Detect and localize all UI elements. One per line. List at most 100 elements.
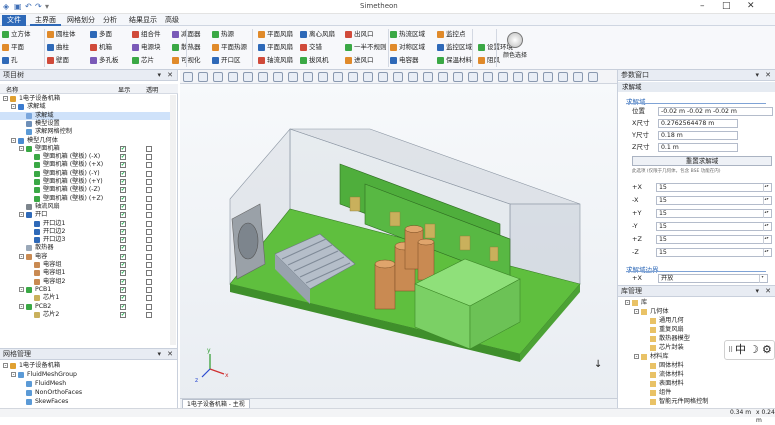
view-front-icon[interactable] xyxy=(213,72,223,82)
transparent-checkbox[interactable] xyxy=(146,286,152,293)
view-iso-icon[interactable] xyxy=(303,72,313,82)
tree-item[interactable]: - 模型几何体 xyxy=(0,137,170,145)
reset-icon[interactable] xyxy=(528,72,538,82)
viewport-tab[interactable]: 1电子设备机箱 - 主视 xyxy=(182,399,250,408)
ribbon-button-row2-3[interactable]: 电源块 xyxy=(132,42,161,52)
column-transparent[interactable]: 透明 xyxy=(146,85,158,94)
view-top-icon[interactable] xyxy=(273,72,283,82)
visible-checkbox[interactable]: ✔ xyxy=(120,170,126,177)
tree-item[interactable]: - 1电子设备机箱 xyxy=(0,362,170,370)
transparent-checkbox[interactable] xyxy=(146,311,152,318)
ribbon-button-row1-7[interactable]: 离心风扇 xyxy=(300,29,335,39)
visible-checkbox[interactable]: ✔ xyxy=(120,245,126,252)
color-select-button[interactable]: 颜色选择 xyxy=(500,30,530,68)
expand-toggle-icon[interactable]: - xyxy=(19,303,24,309)
3d-viewport[interactable]: y x z ↓ xyxy=(180,84,617,398)
tree-item[interactable]: 开口边1 ✔ xyxy=(0,220,170,228)
pan-icon[interactable] xyxy=(378,72,388,82)
visible-checkbox[interactable]: ✔ xyxy=(120,203,126,210)
expand-toggle-icon[interactable]: - xyxy=(625,300,630,306)
ribbon-button-row3-10[interactable]: 保温材料 xyxy=(437,55,472,65)
transparent-checkbox[interactable] xyxy=(146,228,152,235)
filter-icon[interactable] xyxy=(543,72,553,82)
ribbon-button-row2-0[interactable]: 平面 xyxy=(2,42,24,52)
tree-item[interactable]: -库 xyxy=(622,299,772,307)
camera-icon[interactable] xyxy=(573,72,583,82)
undo-icon[interactable]: ↶ xyxy=(25,2,32,11)
ribbon-button-row1-8[interactable]: 出风口 xyxy=(345,29,374,39)
ribbon-button-row3-2[interactable]: 多孔板 xyxy=(90,55,119,65)
close-panel-icon[interactable]: ✕ xyxy=(765,286,771,297)
position-field[interactable]: -0.02 m -0.02 m -0.02 m xyxy=(658,107,773,116)
ribbon-button-row2-9[interactable]: 对称区域 xyxy=(390,42,425,52)
tree-item[interactable]: 电容组 ✔ xyxy=(0,261,170,269)
ime-grip-icon[interactable]: ⠿ xyxy=(728,341,733,359)
visible-checkbox[interactable]: ✔ xyxy=(120,311,126,318)
expand-toggle-icon[interactable]: - xyxy=(19,253,24,259)
view-right-icon[interactable] xyxy=(258,72,268,82)
settings-icon[interactable] xyxy=(513,72,523,82)
spinner-icon[interactable]: ▴▾ xyxy=(763,210,769,218)
tree-item[interactable]: - PCB2 ✔ xyxy=(0,303,170,311)
tree-item[interactable]: 壁面机箱 (壁板) (+X) ✔ xyxy=(0,161,170,169)
z-size-field[interactable]: 0.1 m xyxy=(658,143,738,152)
visible-checkbox[interactable]: ✔ xyxy=(120,162,126,169)
tree-item[interactable]: - 几何体 xyxy=(622,308,772,316)
tree-item[interactable]: 重复风扇 xyxy=(622,326,772,334)
ribbon-button-row3-9[interactable]: 电容器 xyxy=(390,55,419,65)
pin-icon[interactable]: ▾ xyxy=(755,286,759,297)
expand-toggle-icon[interactable]: - xyxy=(19,212,24,218)
box-select-icon[interactable] xyxy=(198,72,208,82)
tree-item[interactable]: 壁面机箱 (壁板) (+Z) ✔ xyxy=(0,195,170,203)
ribbon-button-row1-5[interactable]: 热源 xyxy=(212,29,234,39)
transparent-checkbox[interactable] xyxy=(146,245,152,252)
tree-item[interactable]: 壁面机箱 (壁板) (-X) ✔ xyxy=(0,153,170,161)
ribbon-button-row1-9[interactable]: 热流区域 xyxy=(390,29,425,39)
maximize-icon[interactable]: □ xyxy=(722,1,731,11)
tree-scrollbar[interactable] xyxy=(170,95,176,345)
ribbon-button-row1-6[interactable]: 平面风扇 xyxy=(258,29,293,39)
ime-gear-icon[interactable]: ⚙ xyxy=(762,341,772,359)
axis-icon[interactable] xyxy=(498,72,508,82)
tree-item[interactable]: 固体材料 xyxy=(622,362,772,370)
tree-item[interactable]: 电容组1 ✔ xyxy=(0,269,170,277)
section-icon[interactable] xyxy=(408,72,418,82)
tree-item[interactable]: 表面材料 xyxy=(622,380,772,388)
ribbon-button-row3-6[interactable]: 轴流风扇 xyxy=(258,55,293,65)
shade-icon[interactable] xyxy=(438,72,448,82)
tab-file[interactable]: 文件 xyxy=(2,15,26,26)
tab-advanced[interactable]: 高级 xyxy=(160,15,184,26)
padding-field[interactable]: 15 ▴▾ xyxy=(656,196,772,205)
visible-checkbox[interactable]: ✔ xyxy=(120,295,126,302)
transparent-checkbox[interactable] xyxy=(146,262,152,268)
close-panel-icon[interactable]: ✕ xyxy=(167,70,173,81)
tree-item[interactable]: 电容组2 ✔ xyxy=(0,278,170,286)
ribbon-button-row3-8[interactable]: 进风口 xyxy=(345,55,374,65)
spinner-icon[interactable]: ▴▾ xyxy=(763,184,769,192)
tab-mesh[interactable]: 网格划分 xyxy=(62,15,100,26)
transparent-checkbox[interactable] xyxy=(146,162,152,169)
tree-item[interactable]: SkewFaces xyxy=(0,398,170,406)
y-size-field[interactable]: 0.18 m xyxy=(658,131,738,140)
ribbon-button-row1-2[interactable]: 多面 xyxy=(90,29,112,39)
expand-toggle-icon[interactable]: - xyxy=(11,104,16,110)
boundary-select[interactable]: 开放 ▾ xyxy=(658,274,768,283)
expand-toggle-icon[interactable]: - xyxy=(634,354,639,360)
tree-item[interactable]: 模型设置 xyxy=(0,120,170,128)
transparent-checkbox[interactable] xyxy=(146,278,152,285)
visible-checkbox[interactable]: ✔ xyxy=(120,187,126,194)
tree-item[interactable]: 智能元件网格控制 xyxy=(622,398,772,406)
tree-item[interactable]: 开口边3 ✔ xyxy=(0,236,170,244)
layers-icon[interactable] xyxy=(558,72,568,82)
tree-item[interactable]: - FluidMeshGroup xyxy=(0,371,170,379)
ribbon-button-row3-0[interactable]: 孔 xyxy=(2,55,18,65)
expand-toggle-icon[interactable]: - xyxy=(3,96,8,102)
quick-access-dropdown-icon[interactable]: ▾ xyxy=(45,2,49,11)
select-icon[interactable] xyxy=(183,72,193,82)
view-left-icon[interactable] xyxy=(243,72,253,82)
visible-checkbox[interactable]: ✔ xyxy=(120,253,126,260)
transparent-checkbox[interactable] xyxy=(146,220,152,227)
tree-item[interactable]: - PCB1 ✔ xyxy=(0,286,170,294)
tree-item[interactable]: FluidMesh xyxy=(0,380,170,388)
tree-item[interactable]: 壁面机箱 (壁板) (+Y) ✔ xyxy=(0,178,170,186)
